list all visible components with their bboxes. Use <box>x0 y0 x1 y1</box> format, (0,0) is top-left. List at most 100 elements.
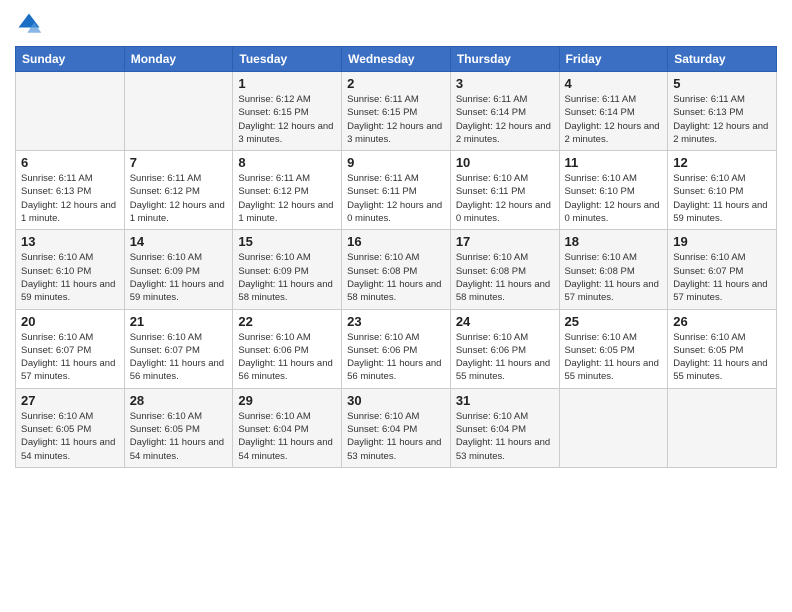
day-detail: Sunrise: 6:10 AM Sunset: 6:06 PM Dayligh… <box>347 331 445 384</box>
day-number: 20 <box>21 314 119 329</box>
day-detail: Sunrise: 6:10 AM Sunset: 6:08 PM Dayligh… <box>456 251 554 304</box>
weekday-header-friday: Friday <box>559 47 668 72</box>
day-cell: 29 Sunrise: 6:10 AM Sunset: 6:04 PM Dayli… <box>233 388 342 467</box>
day-number: 11 <box>565 155 663 170</box>
day-detail: Sunrise: 6:10 AM Sunset: 6:04 PM Dayligh… <box>238 410 336 463</box>
day-cell: 25 Sunrise: 6:10 AM Sunset: 6:05 PM Dayli… <box>559 309 668 388</box>
day-number: 15 <box>238 234 336 249</box>
day-number: 29 <box>238 393 336 408</box>
day-detail: Sunrise: 6:10 AM Sunset: 6:06 PM Dayligh… <box>238 331 336 384</box>
day-cell: 14 Sunrise: 6:10 AM Sunset: 6:09 PM Dayli… <box>124 230 233 309</box>
day-number: 7 <box>130 155 228 170</box>
weekday-header-saturday: Saturday <box>668 47 777 72</box>
day-detail: Sunrise: 6:10 AM Sunset: 6:06 PM Dayligh… <box>456 331 554 384</box>
week-row-5: 27 Sunrise: 6:10 AM Sunset: 6:05 PM Dayli… <box>16 388 777 467</box>
day-cell <box>559 388 668 467</box>
day-number: 26 <box>673 314 771 329</box>
day-number: 2 <box>347 76 445 91</box>
day-cell: 20 Sunrise: 6:10 AM Sunset: 6:07 PM Dayli… <box>16 309 125 388</box>
day-cell: 22 Sunrise: 6:10 AM Sunset: 6:06 PM Dayli… <box>233 309 342 388</box>
day-detail: Sunrise: 6:11 AM Sunset: 6:12 PM Dayligh… <box>130 172 228 225</box>
day-number: 14 <box>130 234 228 249</box>
day-cell: 15 Sunrise: 6:10 AM Sunset: 6:09 PM Dayli… <box>233 230 342 309</box>
day-number: 22 <box>238 314 336 329</box>
day-cell: 26 Sunrise: 6:10 AM Sunset: 6:05 PM Dayli… <box>668 309 777 388</box>
weekday-header-sunday: Sunday <box>16 47 125 72</box>
day-detail: Sunrise: 6:11 AM Sunset: 6:14 PM Dayligh… <box>565 93 663 146</box>
logo <box>15 10 47 38</box>
day-detail: Sunrise: 6:12 AM Sunset: 6:15 PM Dayligh… <box>238 93 336 146</box>
day-number: 21 <box>130 314 228 329</box>
day-cell: 5 Sunrise: 6:11 AM Sunset: 6:13 PM Daylig… <box>668 72 777 151</box>
week-row-1: 1 Sunrise: 6:12 AM Sunset: 6:15 PM Daylig… <box>16 72 777 151</box>
day-detail: Sunrise: 6:10 AM Sunset: 6:10 PM Dayligh… <box>673 172 771 225</box>
day-number: 3 <box>456 76 554 91</box>
day-cell: 8Sunrise: 6:11 AM Sunset: 6:12 PM Daylig… <box>233 151 342 230</box>
day-detail: Sunrise: 6:10 AM Sunset: 6:07 PM Dayligh… <box>673 251 771 304</box>
day-number: 18 <box>565 234 663 249</box>
day-detail: Sunrise: 6:11 AM Sunset: 6:13 PM Dayligh… <box>21 172 119 225</box>
day-cell: 18 Sunrise: 6:10 AM Sunset: 6:08 PM Dayli… <box>559 230 668 309</box>
day-cell: 2Sunrise: 6:11 AM Sunset: 6:15 PM Daylig… <box>342 72 451 151</box>
day-cell: 23 Sunrise: 6:10 AM Sunset: 6:06 PM Dayli… <box>342 309 451 388</box>
day-cell: 19 Sunrise: 6:10 AM Sunset: 6:07 PM Dayli… <box>668 230 777 309</box>
day-number: 27 <box>21 393 119 408</box>
day-cell: 21Sunrise: 6:10 AM Sunset: 6:07 PM Dayli… <box>124 309 233 388</box>
page: SundayMondayTuesdayWednesdayThursdayFrid… <box>0 0 792 612</box>
weekday-header-thursday: Thursday <box>450 47 559 72</box>
day-detail: Sunrise: 6:10 AM Sunset: 6:04 PM Dayligh… <box>456 410 554 463</box>
logo-icon <box>15 10 43 38</box>
day-cell: 27 Sunrise: 6:10 AM Sunset: 6:05 PM Dayli… <box>16 388 125 467</box>
day-cell <box>124 72 233 151</box>
weekday-header-row: SundayMondayTuesdayWednesdayThursdayFrid… <box>16 47 777 72</box>
day-cell <box>16 72 125 151</box>
day-cell: 11Sunrise: 6:10 AM Sunset: 6:10 PM Dayli… <box>559 151 668 230</box>
day-cell: 10Sunrise: 6:10 AM Sunset: 6:11 PM Dayli… <box>450 151 559 230</box>
day-number: 19 <box>673 234 771 249</box>
day-cell: 16Sunrise: 6:10 AM Sunset: 6:08 PM Dayli… <box>342 230 451 309</box>
day-cell: 4 Sunrise: 6:11 AM Sunset: 6:14 PM Daylig… <box>559 72 668 151</box>
day-cell: 13Sunrise: 6:10 AM Sunset: 6:10 PM Dayli… <box>16 230 125 309</box>
day-detail: Sunrise: 6:10 AM Sunset: 6:11 PM Dayligh… <box>456 172 554 225</box>
day-cell: 9Sunrise: 6:11 AM Sunset: 6:11 PM Daylig… <box>342 151 451 230</box>
day-cell: 7 Sunrise: 6:11 AM Sunset: 6:12 PM Daylig… <box>124 151 233 230</box>
day-number: 5 <box>673 76 771 91</box>
day-cell: 31 Sunrise: 6:10 AM Sunset: 6:04 PM Dayli… <box>450 388 559 467</box>
day-detail: Sunrise: 6:10 AM Sunset: 6:05 PM Dayligh… <box>21 410 119 463</box>
day-number: 25 <box>565 314 663 329</box>
day-cell: 17 Sunrise: 6:10 AM Sunset: 6:08 PM Dayli… <box>450 230 559 309</box>
week-row-3: 13Sunrise: 6:10 AM Sunset: 6:10 PM Dayli… <box>16 230 777 309</box>
day-detail: Sunrise: 6:11 AM Sunset: 6:13 PM Dayligh… <box>673 93 771 146</box>
day-number: 23 <box>347 314 445 329</box>
day-cell: 12Sunrise: 6:10 AM Sunset: 6:10 PM Dayli… <box>668 151 777 230</box>
day-detail: Sunrise: 6:10 AM Sunset: 6:05 PM Dayligh… <box>565 331 663 384</box>
weekday-header-monday: Monday <box>124 47 233 72</box>
day-number: 8 <box>238 155 336 170</box>
day-cell: 28Sunrise: 6:10 AM Sunset: 6:05 PM Dayli… <box>124 388 233 467</box>
day-number: 6 <box>21 155 119 170</box>
day-number: 24 <box>456 314 554 329</box>
weekday-header-tuesday: Tuesday <box>233 47 342 72</box>
day-detail: Sunrise: 6:10 AM Sunset: 6:04 PM Dayligh… <box>347 410 445 463</box>
day-number: 4 <box>565 76 663 91</box>
day-cell: 3 Sunrise: 6:11 AM Sunset: 6:14 PM Daylig… <box>450 72 559 151</box>
day-detail: Sunrise: 6:10 AM Sunset: 6:08 PM Dayligh… <box>565 251 663 304</box>
day-number: 31 <box>456 393 554 408</box>
day-detail: Sunrise: 6:10 AM Sunset: 6:10 PM Dayligh… <box>21 251 119 304</box>
day-cell: 30 Sunrise: 6:10 AM Sunset: 6:04 PM Dayli… <box>342 388 451 467</box>
day-detail: Sunrise: 6:10 AM Sunset: 6:05 PM Dayligh… <box>130 410 228 463</box>
week-row-2: 6 Sunrise: 6:11 AM Sunset: 6:13 PM Daylig… <box>16 151 777 230</box>
day-number: 9 <box>347 155 445 170</box>
day-number: 30 <box>347 393 445 408</box>
day-cell: 6 Sunrise: 6:11 AM Sunset: 6:13 PM Daylig… <box>16 151 125 230</box>
header <box>15 10 777 38</box>
day-detail: Sunrise: 6:11 AM Sunset: 6:14 PM Dayligh… <box>456 93 554 146</box>
day-detail: Sunrise: 6:10 AM Sunset: 6:09 PM Dayligh… <box>238 251 336 304</box>
day-detail: Sunrise: 6:10 AM Sunset: 6:09 PM Dayligh… <box>130 251 228 304</box>
day-detail: Sunrise: 6:10 AM Sunset: 6:05 PM Dayligh… <box>673 331 771 384</box>
day-number: 17 <box>456 234 554 249</box>
day-cell: 1 Sunrise: 6:12 AM Sunset: 6:15 PM Daylig… <box>233 72 342 151</box>
calendar-table: SundayMondayTuesdayWednesdayThursdayFrid… <box>15 46 777 468</box>
day-number: 1 <box>238 76 336 91</box>
day-detail: Sunrise: 6:10 AM Sunset: 6:07 PM Dayligh… <box>21 331 119 384</box>
